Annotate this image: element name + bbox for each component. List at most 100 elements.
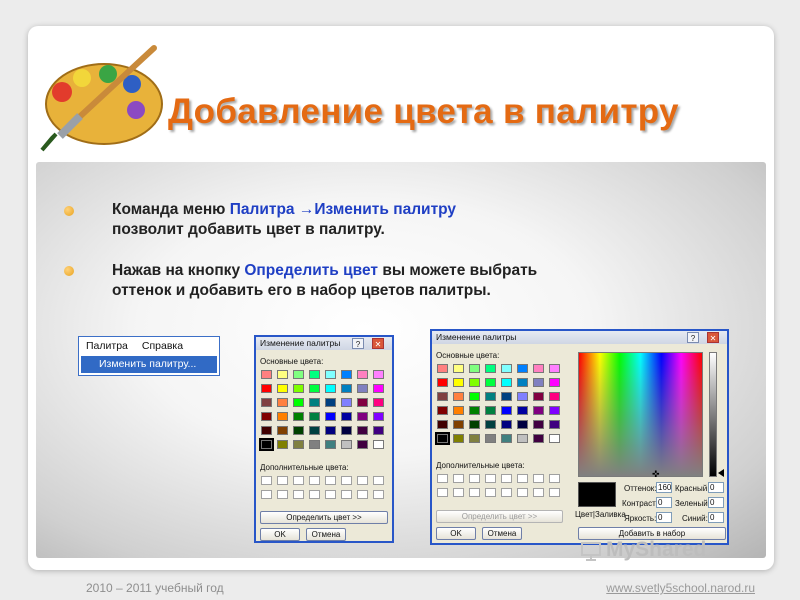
color-swatch[interactable] bbox=[501, 406, 512, 415]
color-swatch[interactable] bbox=[373, 440, 384, 449]
luminance-arrow-icon[interactable] bbox=[718, 469, 724, 477]
color-swatch[interactable] bbox=[277, 384, 288, 393]
color-swatch[interactable] bbox=[357, 426, 368, 435]
color-swatch[interactable] bbox=[261, 384, 272, 393]
color-swatch[interactable] bbox=[277, 412, 288, 421]
custom-color-slot[interactable] bbox=[309, 476, 320, 485]
menu-item-edit-palette[interactable]: Изменить палитру... bbox=[81, 356, 217, 373]
close-button[interactable]: ✕ bbox=[372, 338, 384, 349]
color-swatch[interactable] bbox=[373, 384, 384, 393]
color-swatch[interactable] bbox=[261, 398, 272, 407]
custom-color-slot[interactable] bbox=[453, 474, 464, 483]
color-swatch[interactable] bbox=[261, 426, 272, 435]
color-swatch[interactable] bbox=[435, 432, 450, 445]
define-color-button[interactable]: Определить цвет >> bbox=[436, 510, 563, 523]
color-swatch[interactable] bbox=[309, 426, 320, 435]
color-swatch[interactable] bbox=[325, 426, 336, 435]
color-swatch[interactable] bbox=[453, 420, 464, 429]
color-swatch[interactable] bbox=[357, 412, 368, 421]
color-swatch[interactable] bbox=[501, 420, 512, 429]
color-swatch[interactable] bbox=[437, 364, 448, 373]
color-swatch[interactable] bbox=[373, 426, 384, 435]
color-swatch[interactable] bbox=[261, 370, 272, 379]
custom-color-slot[interactable] bbox=[341, 476, 352, 485]
color-swatch[interactable] bbox=[485, 364, 496, 373]
color-swatch[interactable] bbox=[293, 384, 304, 393]
custom-color-slot[interactable] bbox=[485, 488, 496, 497]
color-swatch[interactable] bbox=[341, 440, 352, 449]
color-swatch[interactable] bbox=[453, 392, 464, 401]
color-swatch[interactable] bbox=[325, 398, 336, 407]
custom-color-slot[interactable] bbox=[373, 490, 384, 499]
color-swatch[interactable] bbox=[293, 398, 304, 407]
custom-color-slot[interactable] bbox=[293, 476, 304, 485]
hue-field[interactable]: 160 bbox=[656, 482, 672, 493]
blue-field[interactable]: 0 bbox=[708, 512, 724, 523]
color-swatch[interactable] bbox=[517, 406, 528, 415]
color-swatch[interactable] bbox=[453, 364, 464, 373]
color-swatch[interactable] bbox=[309, 398, 320, 407]
help-button[interactable]: ? bbox=[352, 338, 364, 349]
color-swatch[interactable] bbox=[533, 392, 544, 401]
color-swatch[interactable] bbox=[517, 378, 528, 387]
color-swatch[interactable] bbox=[325, 384, 336, 393]
color-swatch[interactable] bbox=[533, 420, 544, 429]
custom-color-slot[interactable] bbox=[469, 488, 480, 497]
color-swatch[interactable] bbox=[373, 412, 384, 421]
color-swatch[interactable] bbox=[549, 420, 560, 429]
custom-color-slot[interactable] bbox=[309, 490, 320, 499]
color-swatch[interactable] bbox=[309, 412, 320, 421]
close-button[interactable]: ✕ bbox=[707, 332, 719, 343]
custom-color-slot[interactable] bbox=[517, 474, 528, 483]
custom-color-slot[interactable] bbox=[533, 474, 544, 483]
color-swatch[interactable] bbox=[469, 378, 480, 387]
color-spectrum-picker[interactable] bbox=[578, 352, 703, 477]
color-swatch[interactable] bbox=[437, 378, 448, 387]
color-swatch[interactable] bbox=[549, 392, 560, 401]
color-swatch[interactable] bbox=[517, 434, 528, 443]
cancel-button[interactable]: Отмена bbox=[482, 527, 522, 540]
menu-help[interactable]: Справка bbox=[135, 340, 190, 352]
color-swatch[interactable] bbox=[357, 384, 368, 393]
color-swatch[interactable] bbox=[373, 370, 384, 379]
custom-color-slot[interactable] bbox=[277, 490, 288, 499]
color-swatch[interactable] bbox=[469, 434, 480, 443]
red-field[interactable]: 0 bbox=[708, 482, 724, 493]
color-swatch[interactable] bbox=[533, 364, 544, 373]
color-swatch[interactable] bbox=[453, 406, 464, 415]
color-swatch[interactable] bbox=[549, 434, 560, 443]
color-swatch[interactable] bbox=[501, 378, 512, 387]
color-swatch[interactable] bbox=[517, 364, 528, 373]
custom-color-slot[interactable] bbox=[549, 488, 560, 497]
custom-color-slot[interactable] bbox=[453, 488, 464, 497]
custom-color-slot[interactable] bbox=[501, 488, 512, 497]
color-swatch[interactable] bbox=[469, 406, 480, 415]
color-swatch[interactable] bbox=[261, 412, 272, 421]
color-swatch[interactable] bbox=[453, 434, 464, 443]
ok-button[interactable]: OK bbox=[436, 527, 476, 540]
custom-color-slot[interactable] bbox=[261, 490, 272, 499]
brightness-field[interactable]: 0 bbox=[656, 512, 672, 523]
color-swatch[interactable] bbox=[325, 440, 336, 449]
custom-color-slot[interactable] bbox=[485, 474, 496, 483]
color-swatch[interactable] bbox=[341, 426, 352, 435]
color-swatch[interactable] bbox=[373, 398, 384, 407]
custom-color-slot[interactable] bbox=[437, 474, 448, 483]
color-swatch[interactable] bbox=[293, 412, 304, 421]
color-swatch[interactable] bbox=[469, 420, 480, 429]
color-swatch[interactable] bbox=[341, 370, 352, 379]
help-button[interactable]: ? bbox=[687, 332, 699, 343]
color-swatch[interactable] bbox=[437, 420, 448, 429]
custom-color-slot[interactable] bbox=[277, 476, 288, 485]
color-swatch[interactable] bbox=[501, 434, 512, 443]
color-swatch[interactable] bbox=[309, 370, 320, 379]
color-swatch[interactable] bbox=[341, 398, 352, 407]
color-swatch[interactable] bbox=[259, 438, 274, 451]
custom-color-slot[interactable] bbox=[261, 476, 272, 485]
custom-color-slot[interactable] bbox=[517, 488, 528, 497]
color-swatch[interactable] bbox=[309, 440, 320, 449]
color-swatch[interactable] bbox=[533, 378, 544, 387]
cancel-button[interactable]: Отмена bbox=[306, 528, 346, 541]
color-swatch[interactable] bbox=[341, 412, 352, 421]
color-swatch[interactable] bbox=[485, 392, 496, 401]
